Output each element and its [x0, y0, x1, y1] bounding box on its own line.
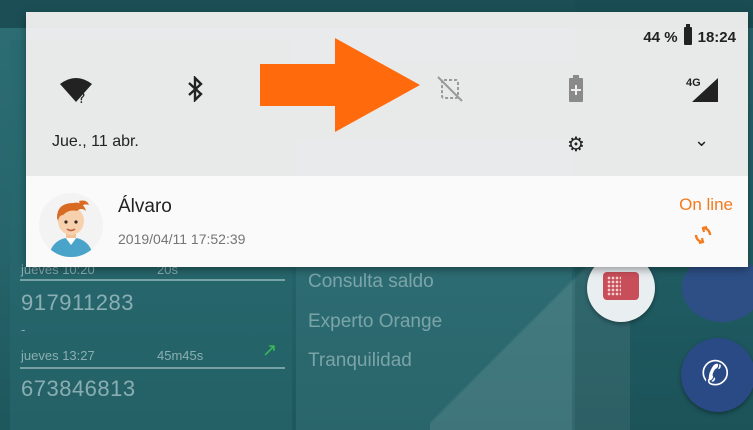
- bluetooth-icon: [188, 76, 203, 102]
- battery-plus-icon: [569, 75, 583, 102]
- call-log-separator: -: [21, 322, 26, 337]
- notification-title: Álvaro: [118, 196, 172, 217]
- call-log-duration: 45m45s: [157, 348, 204, 363]
- menu-item-tranquilidad[interactable]: Tranquilidad: [308, 350, 412, 372]
- avatar: [39, 193, 103, 257]
- phone-app-icon[interactable]: ✆: [681, 338, 753, 412]
- signal-4g-icon: 4G: [686, 77, 718, 102]
- phone-icon: ✆: [701, 355, 730, 393]
- avatar-illustration: [39, 193, 103, 257]
- call-log-day: jueves 13:27: [21, 348, 95, 363]
- annotation-arrow-icon: [260, 38, 420, 132]
- clock: 18:24: [697, 28, 736, 46]
- rotation-off-icon: [437, 76, 463, 102]
- notification-card[interactable]: Álvaro 2019/04/11 17:52:39 On line: [26, 176, 748, 267]
- status-bar: 44 % 18:24: [643, 24, 736, 46]
- svg-text:4G: 4G: [686, 77, 701, 89]
- settings-gear-icon[interactable]: ⚙: [567, 132, 585, 157]
- auto-rotate-tile[interactable]: [433, 74, 467, 104]
- battery-icon: [683, 24, 692, 45]
- wifi-question-icon: ?: [60, 78, 92, 104]
- wifi-tile[interactable]: ?: [56, 74, 96, 104]
- bluetooth-tile[interactable]: [181, 74, 211, 104]
- menu-item-experto-orange[interactable]: Experto Orange: [308, 311, 442, 333]
- call-log-number[interactable]: 917911283: [21, 290, 134, 316]
- sync-icon[interactable]: [691, 223, 715, 247]
- mobile-data-tile[interactable]: 4G: [682, 74, 722, 104]
- call-log-divider: [20, 279, 285, 281]
- menu-item-consulta-saldo[interactable]: Consulta saldo: [308, 271, 434, 293]
- online-status-label: On line: [679, 195, 733, 214]
- notification-timestamp: 2019/04/11 17:52:39: [118, 231, 246, 247]
- outgoing-call-icon: ↗: [262, 340, 278, 360]
- call-log-number[interactable]: 673846813: [21, 376, 136, 402]
- quick-settings-date[interactable]: Jue., 11 abr.: [52, 133, 139, 151]
- battery-percent: 44 %: [643, 28, 678, 46]
- call-log-divider: [20, 367, 285, 369]
- expand-chevron-down-icon[interactable]: ⌄: [694, 130, 709, 151]
- battery-saver-tile[interactable]: [564, 74, 588, 104]
- svg-text:?: ?: [78, 91, 85, 104]
